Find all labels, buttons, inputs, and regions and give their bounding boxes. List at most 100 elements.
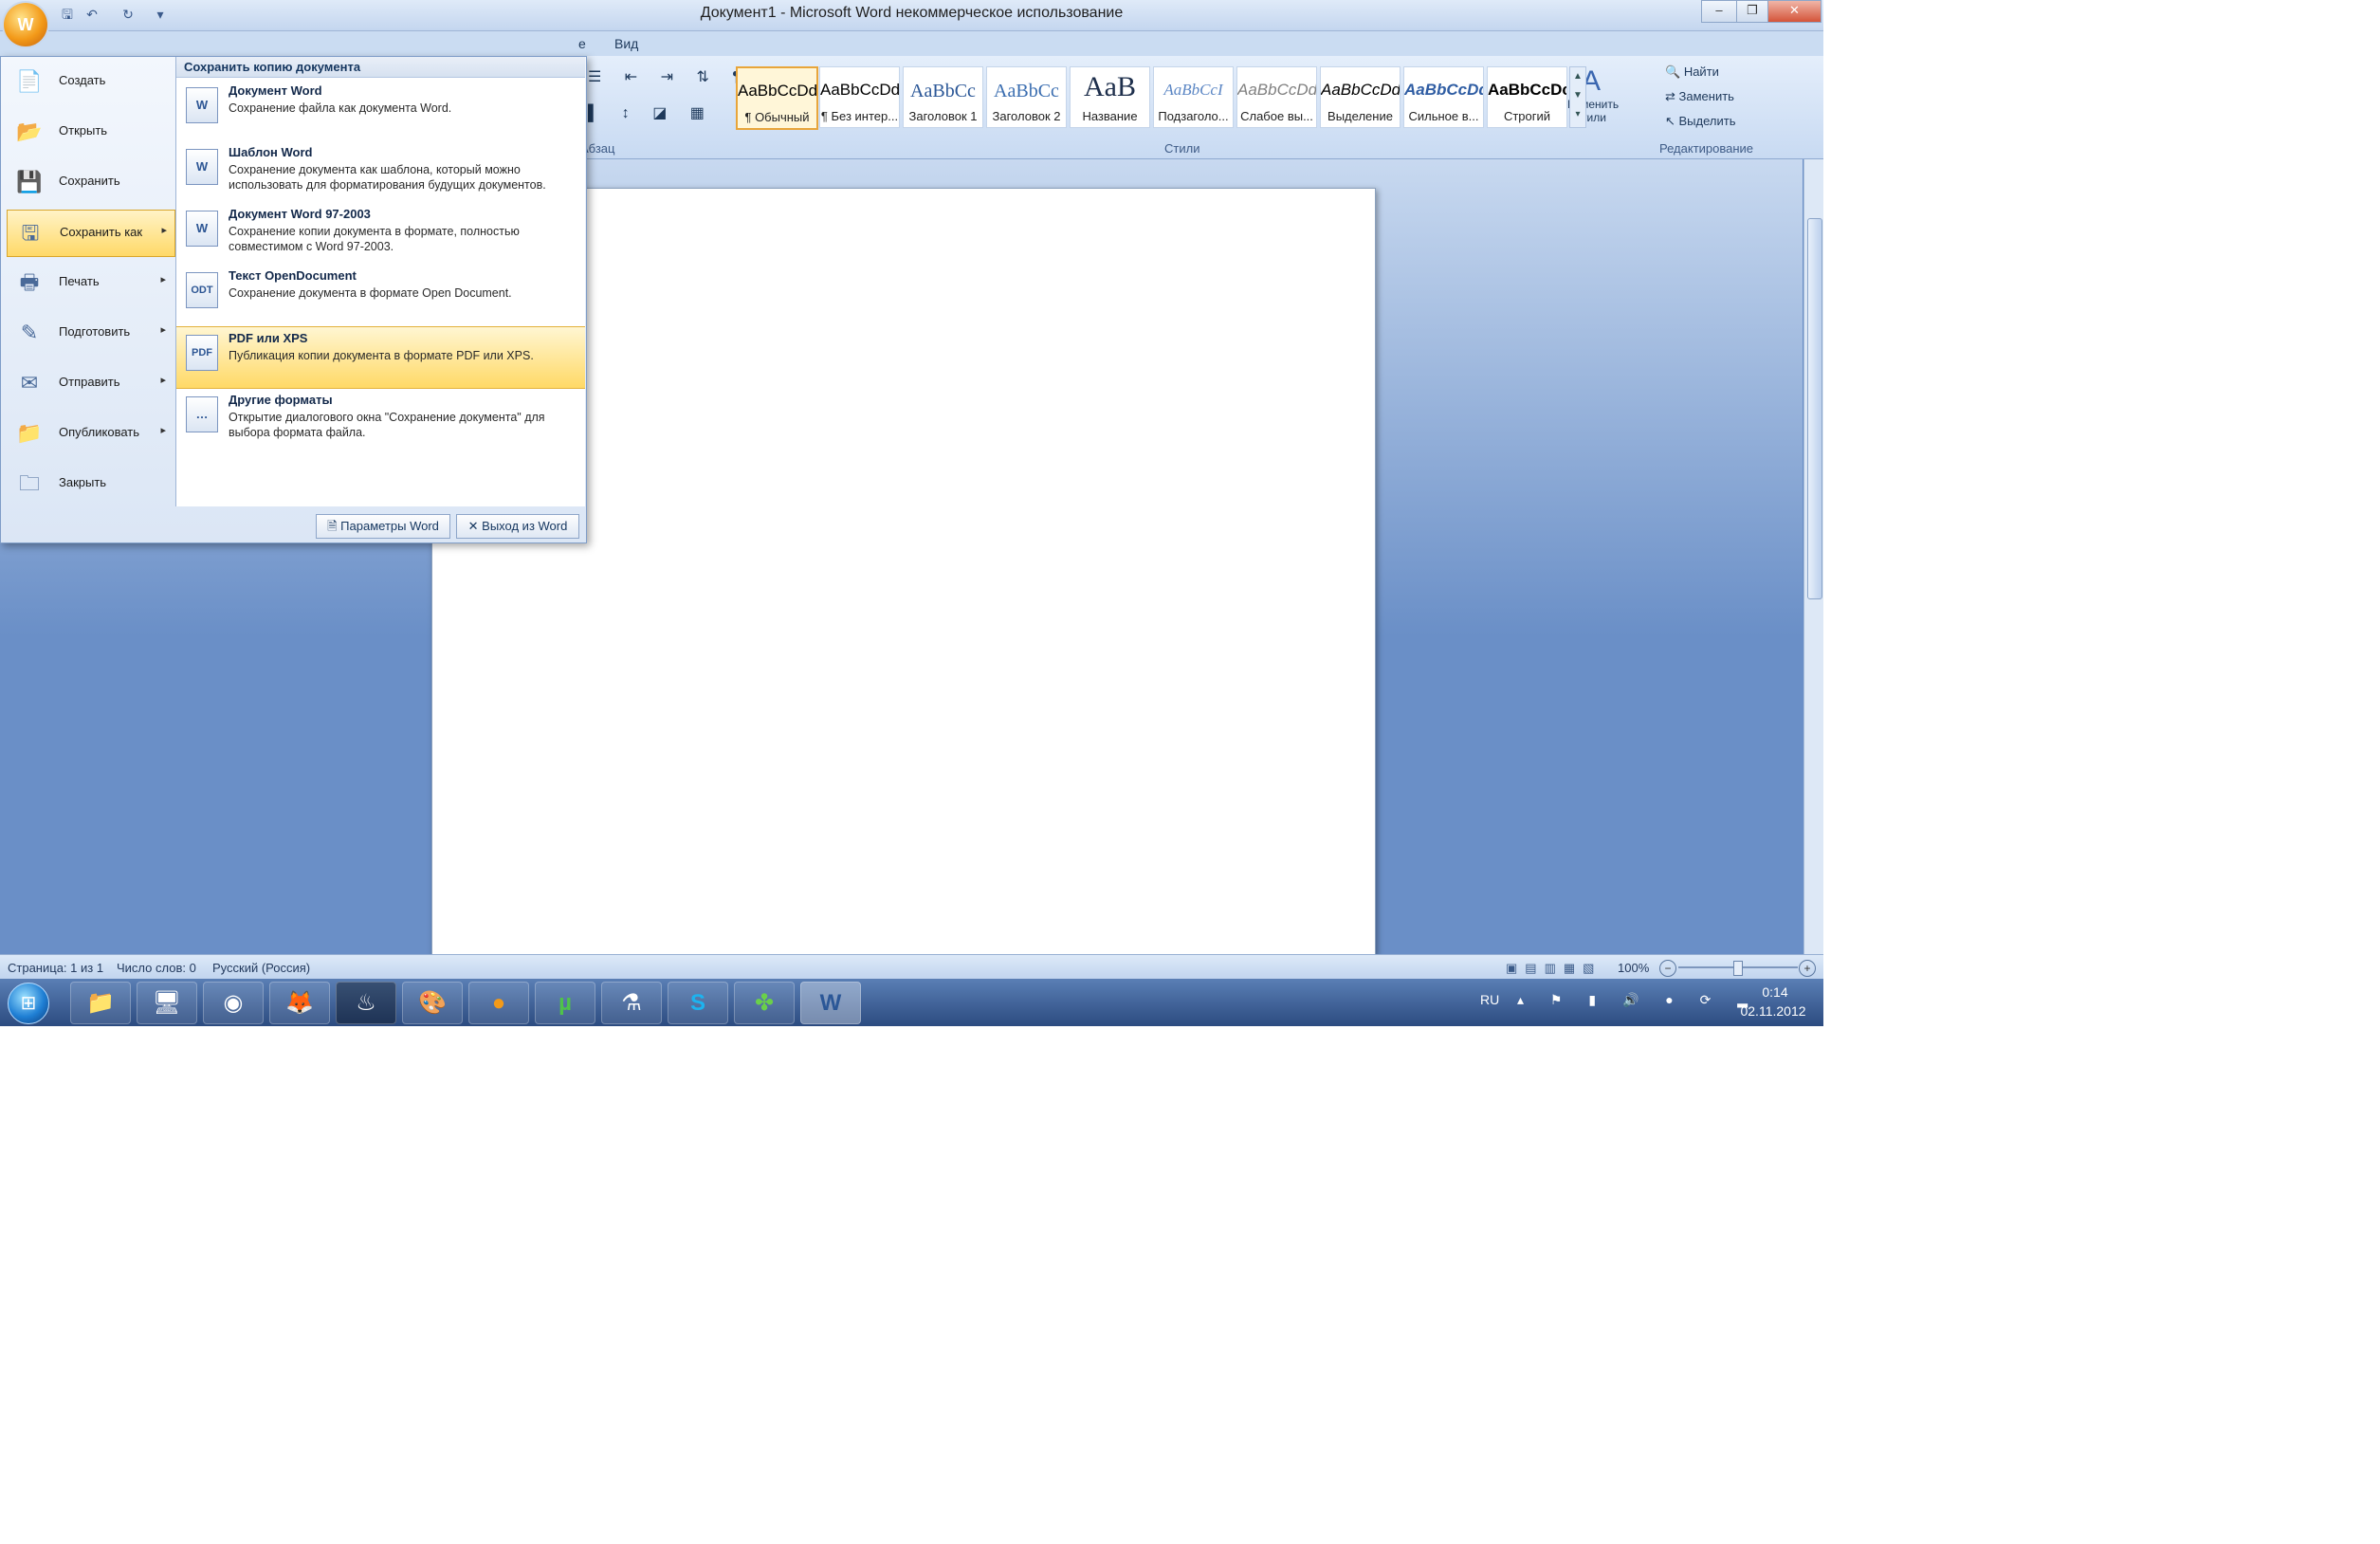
menu-item-label: Сохранить: [59, 174, 120, 188]
save-as-word-template[interactable]: W Шаблон Word Сохранение документа как ш…: [176, 141, 585, 202]
style-tile[interactable]: AaBbCc Заголовок 1: [903, 66, 983, 128]
taskbar-app-chrome[interactable]: ◉: [203, 982, 264, 1024]
group-styles-label: Стили: [1164, 141, 1200, 156]
style-sample: AaBbCc: [994, 81, 1059, 101]
paragraph-controls[interactable]: ☰ ⇤ ⇥ ⇅ ¶: [588, 67, 750, 86]
menu-save[interactable]: 💾 Сохранить: [7, 159, 174, 205]
tray-icons[interactable]: ▴ ⚑ ▮ 🔊 ● ⟳ ▂: [1517, 992, 1759, 1008]
taskbar-app-clover[interactable]: ✤: [734, 982, 795, 1024]
taskbar-app-word[interactable]: W: [800, 982, 861, 1024]
view-buttons[interactable]: ▣▤▥▦▧: [1506, 961, 1602, 976]
save-as-word-97-2003[interactable]: W Документ Word 97-2003 Сохранение копии…: [176, 203, 585, 264]
undo-icon[interactable]: ↶: [82, 4, 102, 25]
language-indicator[interactable]: Русский (Россия): [212, 961, 310, 975]
tray-language[interactable]: RU: [1480, 992, 1499, 1007]
tray-time[interactable]: 0:14: [1737, 984, 1813, 1000]
exit-word-button[interactable]: ✕ Выход из Word: [456, 514, 579, 539]
style-name: ¶ Без интер...: [820, 109, 899, 123]
save-as-pdf-xps[interactable]: PDF PDF или XPS Публикация копии докумен…: [176, 326, 585, 389]
style-tile[interactable]: AaBbCcDd Выделение: [1320, 66, 1401, 128]
save-as-other-formats[interactable]: … Другие форматы Открытие диалогового ок…: [176, 389, 585, 450]
maximize-button[interactable]: ❐: [1736, 0, 1768, 23]
select-button[interactable]: ↖ Выделить: [1665, 114, 1736, 129]
taskbar-app-explorer[interactable]: 📁: [70, 982, 131, 1024]
word-template-icon: W: [186, 149, 218, 185]
word-options-button[interactable]: 🗎 Параметры Word: [316, 514, 450, 539]
menu-prepare[interactable]: ✎ Подготовить ▸: [7, 310, 174, 356]
word-count[interactable]: Число слов: 0: [117, 961, 196, 975]
quick-save-icon[interactable]: 🖫: [57, 4, 78, 25]
menu-print[interactable]: 🖶 Печать ▸: [7, 260, 174, 305]
taskbar-app-browser[interactable]: ●: [468, 982, 529, 1024]
taskbar-app-utorrent[interactable]: µ: [535, 982, 595, 1024]
menu-open[interactable]: 📂 Открыть: [7, 109, 174, 155]
find-button[interactable]: 🔍 Найти: [1665, 64, 1719, 80]
printer-icon: 🖶: [19, 270, 40, 294]
style-sample: AaBbCcDd: [1321, 81, 1400, 99]
replace-label: Заменить: [1678, 89, 1734, 103]
zoom-in-icon[interactable]: +: [1799, 960, 1816, 977]
menu-item-label: Печать: [59, 274, 100, 288]
taskbar-app-computer[interactable]: 🖥: [137, 982, 197, 1024]
window-title: Документ1 - Microsoft Word некоммерческо…: [700, 5, 1124, 21]
save-as-word-document[interactable]: W Документ Word Сохранение файла как док…: [176, 80, 585, 140]
submenu-arrow-icon: ▸: [161, 225, 167, 236]
style-tile[interactable]: AaBbCcDd ¶ Обычный: [736, 66, 818, 130]
other-formats-icon: …: [186, 396, 218, 432]
zoom-level[interactable]: 100%: [1618, 961, 1649, 975]
menu-send[interactable]: ✉ Отправить ▸: [7, 360, 174, 406]
new-document-icon: 📄: [16, 69, 43, 93]
vertical-scrollbar[interactable]: [1803, 159, 1823, 954]
customize-qat-icon[interactable]: ▾: [150, 4, 171, 25]
paragraph-controls-row2[interactable]: ▌ ↕ ◪ ▦: [588, 103, 714, 122]
style-tile[interactable]: AaBbCcDd Сильное в...: [1403, 66, 1484, 128]
style-tile[interactable]: AaBbCcDc Строгий: [1487, 66, 1567, 128]
page-count[interactable]: Страница: 1 из 1: [8, 961, 103, 975]
save-icon: 💾: [16, 170, 43, 193]
style-tile[interactable]: AaBbCcDd ¶ Без интер...: [819, 66, 900, 128]
style-tile[interactable]: AaBbCcDd Слабое вы...: [1236, 66, 1317, 128]
redo-icon[interactable]: ↻: [118, 4, 138, 25]
menu-item-label: Создать: [59, 73, 106, 87]
menu-publish[interactable]: 📁 Опубликовать ▸: [7, 411, 174, 456]
menu-close[interactable]: 🗀 Закрыть: [7, 461, 174, 506]
zoom-slider-thumb[interactable]: [1733, 961, 1743, 976]
save-as-submenu: Сохранить копию документа W Документ Wor…: [175, 57, 585, 506]
menu-item-label: Открыть: [59, 123, 108, 138]
style-tile[interactable]: AaBbCcI Подзаголо...: [1153, 66, 1234, 128]
word-97-icon: W: [186, 211, 218, 247]
pdf-document-icon: PDF: [186, 335, 218, 371]
menu-save-as[interactable]: 🖫 Сохранить как ▸: [7, 210, 175, 257]
zoom-out-icon[interactable]: −: [1659, 960, 1676, 977]
select-label: Выделить: [1678, 114, 1736, 128]
style-sample: AaBbCcI: [1163, 81, 1223, 99]
replace-button[interactable]: ⇄ Заменить: [1665, 89, 1734, 104]
taskbar-app-skype[interactable]: S: [668, 982, 728, 1024]
taskbar-app-steam[interactable]: ♨: [336, 982, 396, 1024]
tray-date[interactable]: 02.11.2012: [1726, 1003, 1821, 1019]
style-name: Сильное в...: [1408, 109, 1479, 123]
save-as-opendocument[interactable]: ODT Текст OpenDocument Сохранение докуме…: [176, 265, 585, 325]
submenu-arrow-icon: ▸: [160, 324, 166, 336]
taskbar-app-firefox[interactable]: 🦊: [269, 982, 330, 1024]
style-tile[interactable]: AaBbCc Заголовок 2: [986, 66, 1067, 128]
start-button[interactable]: ⊞: [8, 983, 49, 1024]
style-tile[interactable]: AaB Название: [1070, 66, 1150, 128]
sub-item-title: PDF или XPS: [229, 331, 308, 345]
title-bar: Документ1 - Microsoft Word некоммерческо…: [0, 0, 1823, 31]
taskbar-app-tool[interactable]: ⚗: [601, 982, 662, 1024]
minimize-button[interactable]: –: [1701, 0, 1737, 23]
close-button[interactable]: ✕: [1767, 0, 1822, 23]
menu-item-label: Подготовить: [59, 324, 131, 339]
taskbar-app-paint[interactable]: 🎨: [402, 982, 463, 1024]
style-gallery-scroll[interactable]: ▲ ▼ ▾: [1569, 66, 1586, 128]
menu-new[interactable]: 📄 Создать: [7, 59, 174, 104]
office-button[interactable]: W: [4, 3, 47, 46]
style-name: Выделение: [1327, 109, 1393, 123]
tab-partial[interactable]: е: [578, 36, 586, 51]
style-sample: AaBbCcDd: [820, 81, 899, 99]
style-sample: AaBbCcDd: [1404, 81, 1483, 99]
submenu-arrow-icon: ▸: [160, 274, 166, 285]
tab-view[interactable]: Вид: [614, 36, 638, 51]
scroll-thumb[interactable]: [1807, 218, 1822, 599]
